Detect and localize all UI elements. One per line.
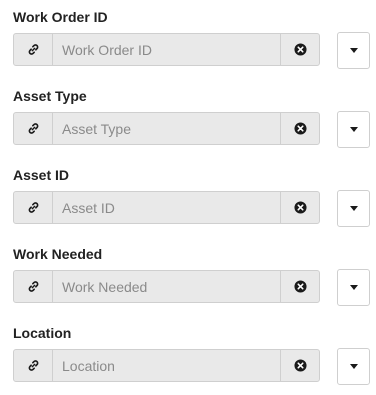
clear-icon[interactable] bbox=[280, 34, 319, 65]
caret-down-icon bbox=[349, 127, 358, 132]
location-input[interactable] bbox=[53, 350, 283, 381]
field-work-order-id: Work Order ID bbox=[0, 0, 376, 79]
clear-icon[interactable] bbox=[280, 113, 319, 144]
link-icon[interactable] bbox=[14, 113, 53, 144]
asset-id-input[interactable] bbox=[53, 192, 283, 223]
clear-icon[interactable] bbox=[280, 350, 319, 381]
clear-icon[interactable] bbox=[280, 192, 319, 223]
work-order-id-input[interactable] bbox=[53, 34, 283, 65]
field-asset-id: Asset ID bbox=[0, 158, 376, 237]
dropdown-button[interactable] bbox=[337, 269, 370, 306]
field-label: Location bbox=[13, 325, 72, 341]
link-icon[interactable] bbox=[14, 271, 53, 302]
field-label: Asset ID bbox=[13, 167, 70, 183]
link-icon[interactable] bbox=[14, 350, 53, 381]
caret-down-icon bbox=[349, 364, 358, 369]
field-label: Work Order ID bbox=[13, 9, 108, 25]
input-group bbox=[13, 349, 320, 382]
caret-down-icon bbox=[349, 285, 358, 290]
asset-type-input[interactable] bbox=[53, 113, 283, 144]
link-icon[interactable] bbox=[14, 192, 53, 223]
field-location: Location bbox=[0, 316, 376, 395]
input-group bbox=[13, 270, 320, 303]
input-group bbox=[13, 33, 320, 66]
field-work-needed: Work Needed bbox=[0, 237, 376, 316]
input-group bbox=[13, 112, 320, 145]
link-icon[interactable] bbox=[14, 34, 53, 65]
clear-icon[interactable] bbox=[280, 271, 319, 302]
field-label: Asset Type bbox=[13, 88, 87, 104]
dropdown-button[interactable] bbox=[337, 348, 370, 385]
caret-down-icon bbox=[349, 206, 358, 211]
work-needed-input[interactable] bbox=[53, 271, 283, 302]
field-label: Work Needed bbox=[13, 246, 103, 262]
dropdown-button[interactable] bbox=[337, 190, 370, 227]
caret-down-icon bbox=[349, 48, 358, 53]
field-asset-type: Asset Type bbox=[0, 79, 376, 158]
dropdown-button[interactable] bbox=[337, 32, 370, 69]
dropdown-button[interactable] bbox=[337, 111, 370, 148]
input-group bbox=[13, 191, 320, 224]
